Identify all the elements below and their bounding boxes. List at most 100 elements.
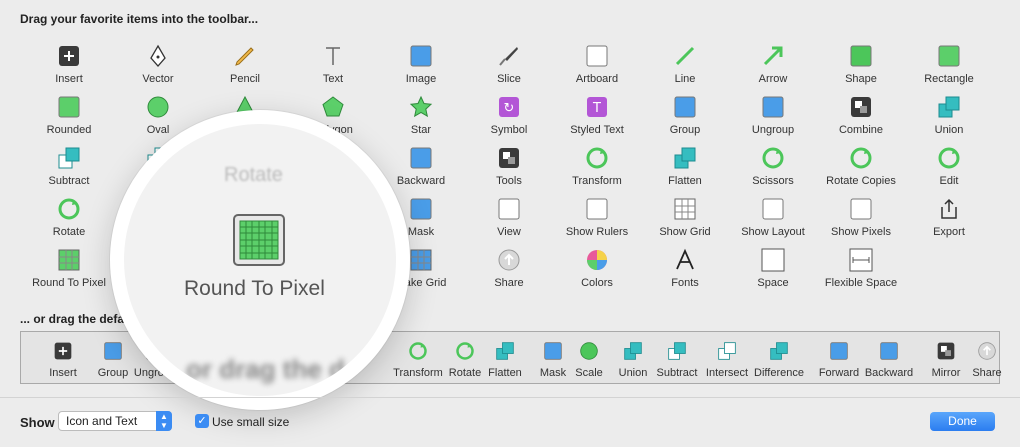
palette-item-label: Round To Pixel xyxy=(32,277,106,289)
palette-item-round-to-pixel[interactable]: Round To Pixel xyxy=(24,246,114,294)
palette-item-image[interactable]: Image xyxy=(376,42,466,90)
intersect-icon xyxy=(717,341,737,361)
palette-item-label: Space xyxy=(757,277,789,289)
palette-item-label: Show Rulers xyxy=(565,226,629,238)
styled-text-icon: T xyxy=(585,95,609,119)
palette-item-ungroup[interactable]: Ungroup xyxy=(728,93,818,141)
palette-item-star[interactable]: Star xyxy=(376,93,466,141)
palette-item-symbol[interactable]: ↻ Symbol xyxy=(464,93,554,141)
artboard-icon xyxy=(585,44,609,68)
palette-item-line[interactable]: Line xyxy=(640,42,730,90)
palette-item-label: Union xyxy=(934,124,964,136)
edit-icon xyxy=(937,146,961,170)
slice-knife-icon xyxy=(497,44,521,68)
palette-item-artboard[interactable]: Artboard xyxy=(552,42,642,90)
layout-icon xyxy=(761,197,785,221)
palette-item-text[interactable]: Text xyxy=(288,42,378,90)
fonts-icon xyxy=(673,248,697,272)
palette-item-label: Line xyxy=(674,73,696,85)
palette-item-rectangle[interactable]: Rectangle xyxy=(904,42,994,90)
group-icon xyxy=(103,341,123,361)
svg-text:T: T xyxy=(592,101,601,116)
pixels-icon xyxy=(849,197,873,221)
palette-item-slice[interactable]: Slice xyxy=(464,42,554,90)
transform-icon xyxy=(408,341,428,361)
default-item-backward[interactable]: Backward xyxy=(865,339,913,381)
palette-item-label: Share xyxy=(494,277,524,289)
palette-item-shape[interactable]: Shape xyxy=(816,42,906,90)
palette-item-arrow[interactable]: Arrow xyxy=(728,42,818,90)
pencil-icon xyxy=(233,44,257,68)
shape-icon xyxy=(849,44,873,68)
share-icon xyxy=(497,248,521,272)
palette-item-combine[interactable]: Combine xyxy=(816,93,906,141)
show-mode-select[interactable]: Icon and Text ▲ ▼ xyxy=(58,411,172,431)
backward-icon xyxy=(409,146,433,170)
rotate-icon xyxy=(455,341,475,361)
union-icon xyxy=(937,95,961,119)
palette-item-insert[interactable]: Insert xyxy=(24,42,114,90)
palette-item-view[interactable]: View xyxy=(464,195,554,243)
palette-item-label: Flexible Space xyxy=(824,277,898,289)
palette-item-tools[interactable]: Tools xyxy=(464,144,554,192)
rectangle-icon xyxy=(937,44,961,68)
colors-icon xyxy=(585,248,609,272)
scissors-icon xyxy=(761,146,785,170)
palette-item-vector[interactable]: Vector xyxy=(113,42,203,90)
palette-item-styled-text[interactable]: T Styled Text xyxy=(552,93,642,141)
combine-icon xyxy=(849,95,873,119)
svg-text:↻: ↻ xyxy=(504,101,515,116)
palette-item-show-rulers[interactable]: Show Rulers xyxy=(552,195,642,243)
palette-item-subtract[interactable]: Subtract xyxy=(24,144,114,192)
default-item-share[interactable]: Share xyxy=(967,339,1007,381)
flatten-icon xyxy=(495,341,515,361)
palette-item-label: Arrow xyxy=(758,73,788,85)
symbol-icon: ↻ xyxy=(497,95,521,119)
palette-item-label: Rounded xyxy=(46,124,92,136)
rotate-icon xyxy=(57,197,81,221)
select-stepper-icon: ▲ ▼ xyxy=(156,411,172,431)
palette-item-label: Fonts xyxy=(671,277,699,289)
palette-item-rotate-copies[interactable]: Rotate Copies xyxy=(816,144,906,192)
palette-item-show-grid[interactable]: Show Grid xyxy=(640,195,730,243)
use-small-size-label[interactable]: Use small size xyxy=(212,415,289,429)
palette-item-label: Show Pixels xyxy=(831,226,891,238)
palette-item-fonts[interactable]: Fonts xyxy=(640,246,730,294)
palette-item-share[interactable]: Share xyxy=(464,246,554,294)
palette-item-label: Slice xyxy=(497,73,521,85)
palette-item-flatten[interactable]: Flatten xyxy=(640,144,730,192)
space-icon xyxy=(761,248,785,272)
backward-icon xyxy=(879,341,899,361)
insert-icon xyxy=(53,341,73,361)
palette-item-label: Colors xyxy=(581,277,613,289)
palette-item-group[interactable]: Group xyxy=(640,93,730,141)
palette-item-show-layout[interactable]: Show Layout xyxy=(728,195,818,243)
palette-item-rotate[interactable]: Rotate xyxy=(24,195,114,243)
use-small-size-checkbox[interactable]: ✓ xyxy=(195,414,209,428)
text-icon xyxy=(321,44,345,68)
palette-item-flexible-space[interactable]: Flexible Space xyxy=(816,246,906,294)
done-button[interactable]: Done xyxy=(930,412,995,431)
palette-item-export[interactable]: Export xyxy=(904,195,994,243)
insert-icon xyxy=(57,44,81,68)
palette-item-label: Ungroup xyxy=(751,124,795,136)
palette-item-union[interactable]: Union xyxy=(904,93,994,141)
palette-item-label: Pencil xyxy=(230,73,260,85)
lens-round-to-pixel-label: Round To Pixel xyxy=(184,277,325,300)
palette-item-transform[interactable]: Transform xyxy=(552,144,642,192)
palette-item-space[interactable]: Space xyxy=(728,246,818,294)
show-mode-value: Icon and Text xyxy=(66,414,138,428)
palette-item-rounded[interactable]: Rounded xyxy=(24,93,114,141)
view-icon xyxy=(497,197,521,221)
default-item-label: Share xyxy=(972,367,1002,379)
palette-item-show-pixels[interactable]: Show Pixels xyxy=(816,195,906,243)
palette-item-label: Star xyxy=(410,124,432,136)
default-item-difference[interactable]: Difference xyxy=(754,339,804,381)
palette-item-scissors[interactable]: Scissors xyxy=(728,144,818,192)
palette-item-colors[interactable]: Colors xyxy=(552,246,642,294)
palette-heading: Drag your favorite items into the toolba… xyxy=(20,12,259,26)
star-icon xyxy=(409,95,433,119)
palette-item-edit[interactable]: Edit xyxy=(904,144,994,192)
palette-item-pencil[interactable]: Pencil xyxy=(200,42,290,90)
forward-icon xyxy=(829,341,849,361)
